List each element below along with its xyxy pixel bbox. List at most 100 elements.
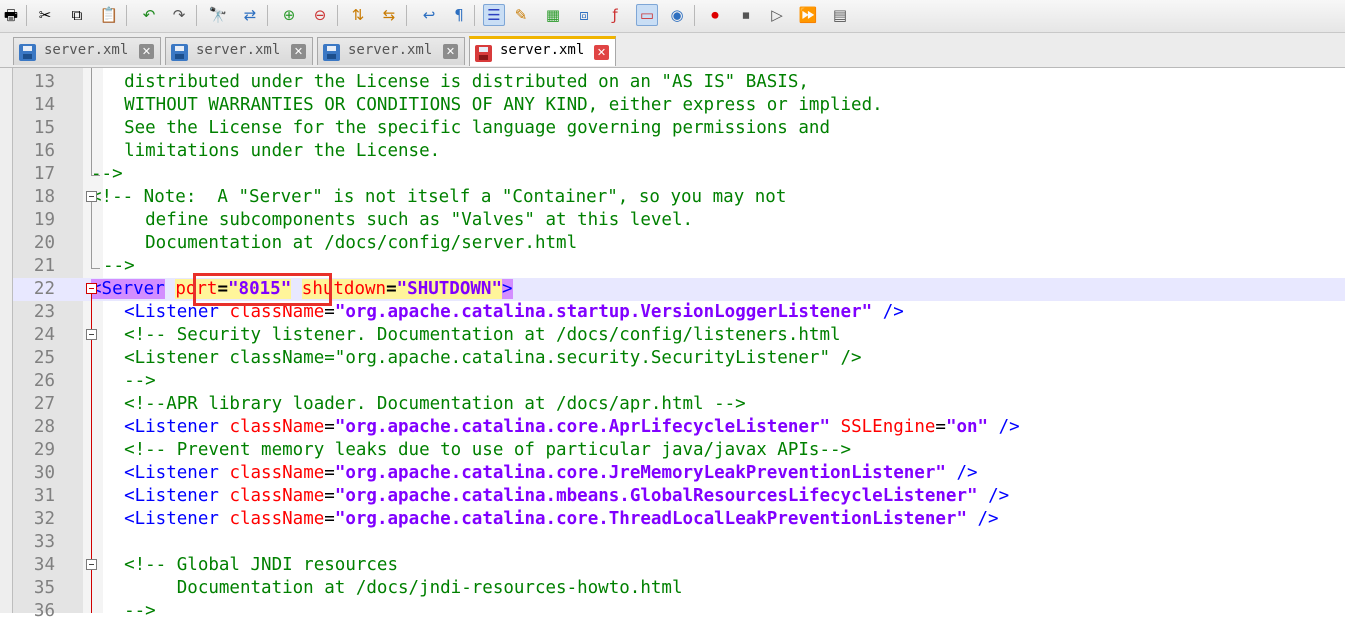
code-line[interactable]: 27 <!--APR library loader. Documentation… [13, 393, 1345, 416]
stop-record-icon[interactable]: ⏹ [735, 4, 757, 26]
copy-icon[interactable]: ⧉ [66, 4, 88, 26]
redo-icon[interactable]: ↷ [168, 4, 190, 26]
paste-icon[interactable]: 📋 [98, 4, 120, 26]
code-line[interactable]: 14 WITHOUT WARRANTIES OR CONDITIONS OF A… [13, 94, 1345, 117]
line-text: --> [103, 371, 156, 391]
zoom-in-icon[interactable]: ⊕ [278, 4, 300, 26]
code-line[interactable]: 34 <!-- Global JNDI resources [13, 554, 1345, 577]
show-all-chars-icon[interactable]: ¶ [448, 4, 470, 26]
line-number: 28 [33, 417, 55, 437]
line-text: <Listener className="org.apache.catalina… [124, 486, 1010, 506]
line-number: 30 [33, 463, 55, 483]
save-macro-icon[interactable]: ▤ [829, 4, 851, 26]
zoom-out-icon[interactable]: ⊖ [309, 4, 331, 26]
fold-toggle-icon[interactable] [86, 283, 97, 294]
toolbar-separator [267, 5, 268, 26]
tab-server-xml-1[interactable]: server.xml ✕ [13, 37, 161, 65]
highlight-annotation-box [193, 273, 332, 306]
close-icon[interactable]: ✕ [594, 45, 609, 60]
playback-icon[interactable]: ▷ [766, 4, 788, 26]
code-line[interactable]: 13 distributed under the License is dist… [13, 71, 1345, 94]
print-icon[interactable]: 🖶 [0, 4, 22, 26]
code-line[interactable]: 33 [13, 531, 1345, 554]
close-icon[interactable]: ✕ [291, 44, 306, 59]
fold-toggle-icon[interactable] [86, 329, 97, 340]
line-number: 31 [33, 486, 55, 506]
line-number: 29 [33, 440, 55, 460]
side-panel-strip [0, 68, 13, 613]
undo-icon[interactable]: ↶ [138, 4, 160, 26]
code-line[interactable]: 19 define subcomponents such as "Valves"… [13, 209, 1345, 232]
code-line[interactable]: 35 Documentation at /docs/jndi-resources… [13, 577, 1345, 600]
line-text: <Listener className="org.apache.catalina… [124, 509, 999, 529]
line-text: WITHOUT WARRANTIES OR CONDITIONS OF ANY … [103, 95, 883, 115]
find-icon[interactable]: 🔭 [207, 4, 229, 26]
line-text: <!-- Global JNDI resources [103, 555, 399, 575]
folder-icon[interactable]: ▭ [636, 4, 658, 26]
line-text: distributed under the License is distrib… [103, 72, 809, 92]
doc-map-icon[interactable]: ▦ [542, 4, 564, 26]
unsaved-file-icon [475, 45, 492, 62]
toolbar-separator [406, 5, 407, 26]
tab-label: server.xml [500, 42, 585, 58]
fold-toggle-icon[interactable] [86, 191, 97, 202]
tab-server-xml-active[interactable]: server.xml ✕ [469, 36, 616, 66]
user-lang-icon[interactable]: ✎ [510, 4, 532, 26]
tab-label: server.xml [196, 42, 281, 58]
line-number: 23 [33, 302, 55, 322]
cut-icon[interactable]: ✂ [34, 4, 56, 26]
sync-vertical-icon[interactable]: ⇅ [347, 4, 369, 26]
folder-workspace-icon[interactable]: ƒ [604, 4, 626, 26]
tab-server-xml-2[interactable]: server.xml ✕ [165, 37, 313, 65]
code-line[interactable]: 24 <!-- Security listener. Documentation… [13, 324, 1345, 347]
line-number: 22 [33, 279, 55, 299]
tab-bar: server.xml ✕ server.xml ✕ server.xml ✕ s… [0, 33, 1345, 68]
function-list-icon[interactable]: ⧈ [573, 4, 595, 26]
toolbar-separator [26, 5, 27, 26]
line-number: 24 [33, 325, 55, 345]
monitoring-icon[interactable]: ◉ [666, 4, 688, 26]
toolbar-separator [126, 5, 127, 26]
code-line[interactable]: 20 Documentation at /docs/config/server.… [13, 232, 1345, 255]
tab-server-xml-3[interactable]: server.xml ✕ [317, 37, 465, 65]
start-record-icon[interactable]: ⏺ [704, 4, 726, 26]
code-line[interactable]: 17 --> [13, 163, 1345, 186]
line-text: <!-- Security listener. Documentation at… [103, 325, 841, 345]
code-line[interactable]: 25 <Listener className="org.apache.catal… [13, 347, 1345, 370]
code-line[interactable]: 31 <Listener className="org.apache.catal… [13, 485, 1345, 508]
close-icon[interactable]: ✕ [139, 44, 154, 59]
code-line[interactable]: 26 --> [13, 370, 1345, 393]
word-wrap-icon[interactable]: ↩ [418, 4, 440, 26]
code-line[interactable]: 32 <Listener className="org.apache.catal… [13, 508, 1345, 531]
line-number: 33 [33, 532, 55, 552]
tab-label: server.xml [348, 42, 433, 58]
run-macro-multiple-icon[interactable]: ⏩ [797, 4, 819, 26]
line-number: 18 [33, 187, 55, 207]
line-text: limitations under the License. [103, 141, 441, 161]
line-number: 16 [33, 141, 55, 161]
line-text: See the License for the specific languag… [103, 118, 830, 138]
line-number: 20 [33, 233, 55, 253]
code-line[interactable]: 16 limitations under the License. [13, 140, 1345, 163]
code-line[interactable]: 15 See the License for the specific lang… [13, 117, 1345, 140]
sync-horizontal-icon[interactable]: ⇆ [378, 4, 400, 26]
line-number: 36 [33, 601, 55, 621]
code-line[interactable]: 30 <Listener className="org.apache.catal… [13, 462, 1345, 485]
line-text: Documentation at /docs/jndi-resources-ho… [103, 578, 683, 598]
toolbar-separator [694, 5, 695, 26]
indent-guide-icon[interactable]: ☰ [483, 4, 505, 26]
line-text: <Listener className="org.apache.catalina… [124, 463, 978, 483]
code-line[interactable]: 36 --> [13, 600, 1345, 623]
fold-guide [91, 68, 92, 175]
line-text: <!-- Prevent memory leaks due to use of … [103, 440, 852, 460]
code-line[interactable]: 29 <!-- Prevent memory leaks due to use … [13, 439, 1345, 462]
code-line[interactable]: 18 <!-- Note: A "Server" is not itself a … [13, 186, 1345, 209]
code-line[interactable]: 28 <Listener className="org.apache.catal… [13, 416, 1345, 439]
close-icon[interactable]: ✕ [443, 44, 458, 59]
line-number: 21 [33, 256, 55, 276]
toolbar: 🖶 ✂ ⧉ 📋 ↶ ↷ 🔭 ⇄ ⊕ ⊖ ⇅ ⇆ ↩ ¶ ☰ ✎ ▦ ⧈ ƒ ▭ … [0, 0, 1345, 33]
fold-end-marker [91, 175, 100, 176]
fold-toggle-icon[interactable] [86, 559, 97, 570]
replace-icon[interactable]: ⇄ [239, 4, 261, 26]
line-text: --> [103, 601, 156, 621]
